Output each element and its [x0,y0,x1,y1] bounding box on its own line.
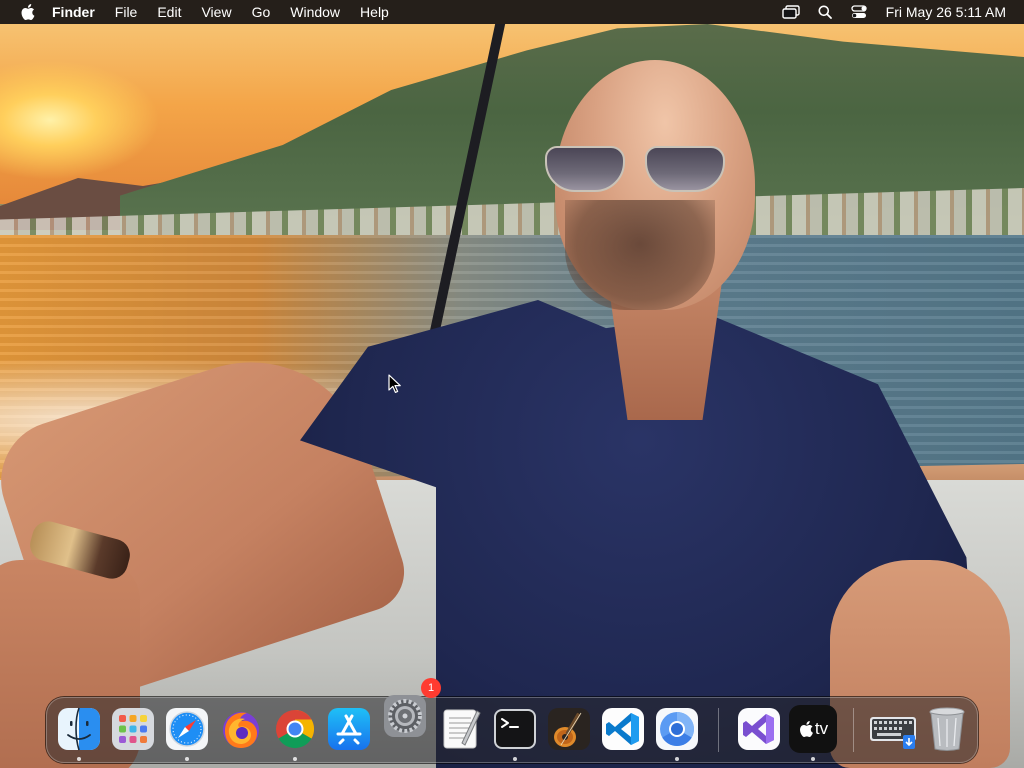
safari-icon [166,708,208,750]
running-indicator [675,757,679,761]
textedit-icon [443,709,481,749]
dock-system-preferences[interactable]: 1 [381,678,441,740]
dock-app-store[interactable] [325,705,373,753]
dock-launchpad[interactable] [109,705,157,753]
menu-bar: Finder File Edit View Go Window Help Fri… [0,0,1024,24]
menu-app-finder[interactable]: Finder [52,0,105,24]
dock-safari[interactable] [163,705,211,761]
trash-icon [929,707,965,751]
dock-garageband[interactable] [545,705,593,753]
dock-textedit[interactable] [437,705,485,753]
dock-finder[interactable] [55,705,103,761]
control-center-icon[interactable] [842,0,876,24]
dock-trash[interactable] [923,705,971,753]
apple-menu-icon[interactable] [18,3,36,21]
menu-edit[interactable]: Edit [147,0,191,24]
launchpad-icon [112,708,154,750]
mouse-cursor-icon [388,374,402,394]
app-store-icon [328,708,370,750]
spotlight-search-icon[interactable] [808,0,842,24]
running-indicator [811,757,815,761]
terminal-icon [494,709,536,749]
finder-icon [58,707,100,751]
dock-downloads-stack[interactable] [869,705,917,753]
running-indicator [513,757,517,761]
dock-terminal[interactable] [491,705,539,761]
menu-window[interactable]: Window [280,0,350,24]
firefox-icon [223,712,259,748]
system-preferences-icon [384,695,426,737]
running-indicator [293,757,297,761]
dock-separator [853,708,854,752]
garageband-icon [548,708,590,750]
vscode-icon [602,708,644,750]
visual-studio-icon [738,708,780,750]
dock-chrome[interactable] [271,705,319,761]
menu-bar-clock[interactable]: Fri May 26 5:11 AM [876,4,1024,20]
menu-file[interactable]: File [105,0,148,24]
wallpaper-person-beard [565,200,715,310]
dock-firefox[interactable] [217,705,265,753]
wallpaper-sunglasses [545,146,745,198]
downloads-stack-icon [870,717,916,749]
dock-visual-studio[interactable] [735,705,783,753]
notification-badge: 1 [421,678,441,698]
menu-help[interactable]: Help [350,0,399,24]
chromium-icon [656,708,698,750]
menu-view[interactable]: View [191,0,241,24]
apple-tv-label: tv [814,719,829,738]
menu-bar-status-area: Fri May 26 5:11 AM [774,0,1024,24]
apple-tv-icon [799,721,813,737]
dock-vscode[interactable] [599,705,647,753]
dock-separator [718,708,719,752]
screen-mirroring-icon[interactable] [774,0,808,24]
running-indicator [77,757,81,761]
menu-go[interactable]: Go [242,0,281,24]
running-indicator [185,757,189,761]
chrome-icon [276,709,315,749]
dock-apple-tv[interactable]: tv [789,705,837,761]
dock: 1 tv [46,678,978,763]
dock-chromium[interactable] [653,705,701,761]
desktop-wallpaper [0,0,1024,768]
